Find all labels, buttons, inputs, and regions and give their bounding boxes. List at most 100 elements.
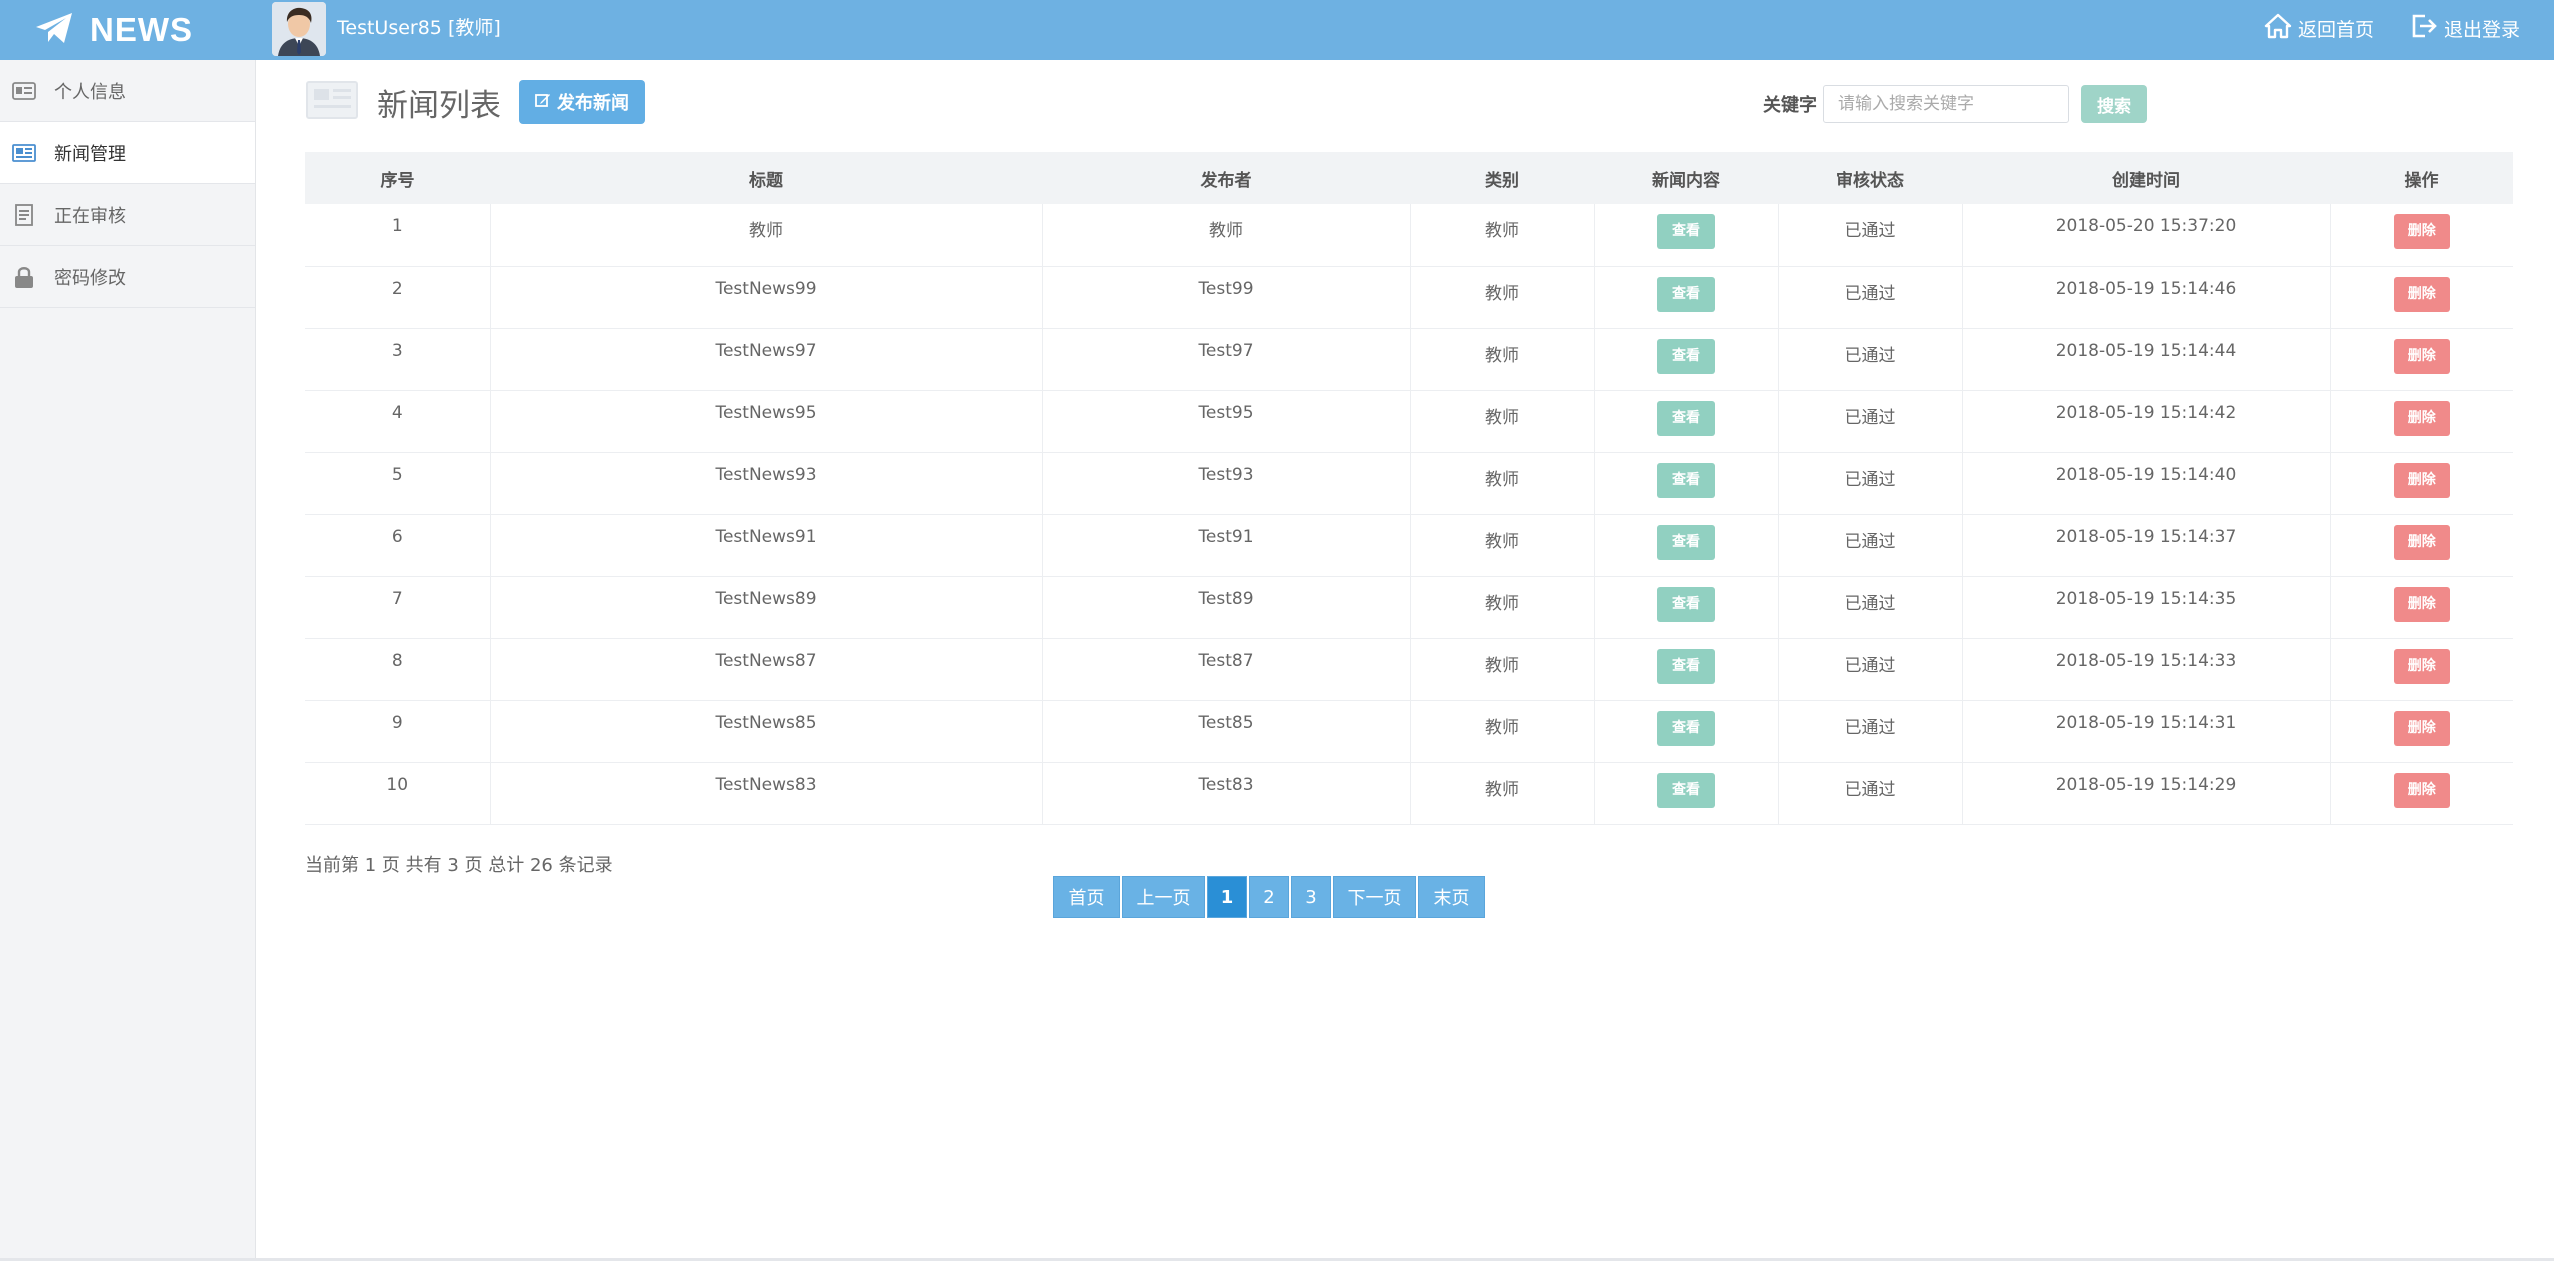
search-input[interactable] bbox=[1823, 85, 2069, 123]
cell-category: 教师 bbox=[1409, 638, 1594, 701]
logout-link[interactable]: 退出登录 bbox=[2410, 13, 2520, 44]
search-button[interactable]: 搜索 bbox=[2081, 85, 2147, 123]
cell-author: Test91 bbox=[1041, 514, 1410, 577]
brand-logo[interactable]: NEWS bbox=[34, 8, 193, 52]
cell-author: Test83 bbox=[1041, 762, 1410, 825]
id-card-icon bbox=[12, 79, 36, 103]
paper-plane-icon bbox=[34, 11, 74, 49]
home-link[interactable]: 返回首页 bbox=[2264, 13, 2374, 44]
delete-button[interactable]: 删除 bbox=[2393, 400, 2450, 436]
cell-created: 2018-05-19 15:14:40 bbox=[1961, 452, 2330, 515]
delete-button[interactable]: 删除 bbox=[2393, 276, 2450, 312]
cell-category: 教师 bbox=[1409, 390, 1594, 453]
cell-created: 2018-05-20 15:37:20 bbox=[1961, 204, 2330, 267]
logout-icon bbox=[2410, 13, 2438, 44]
page-button-1[interactable]: 1 bbox=[1207, 876, 1247, 918]
cell-category: 教师 bbox=[1409, 328, 1594, 391]
cell-actions: 删除 bbox=[2329, 390, 2513, 453]
cell-created: 2018-05-19 15:14:46 bbox=[1961, 266, 2330, 329]
sidebar-item-under-review[interactable]: 正在审核 bbox=[0, 184, 255, 246]
cell-content: 查看 bbox=[1593, 762, 1778, 825]
delete-button[interactable]: 删除 bbox=[2393, 586, 2450, 622]
cell-status: 已通过 bbox=[1777, 204, 1962, 267]
edit-icon bbox=[535, 92, 551, 113]
delete-button[interactable]: 删除 bbox=[2393, 710, 2450, 746]
pagination: 首页 上一页 1 2 3 下一页 末页 bbox=[1053, 876, 1485, 918]
cell-content: 查看 bbox=[1593, 204, 1778, 267]
delete-button[interactable]: 删除 bbox=[2393, 524, 2450, 560]
sidebar: 个人信息 新闻管理 正在审核 密码修改 bbox=[0, 60, 256, 1261]
cell-actions: 删除 bbox=[2329, 638, 2513, 701]
cell-content: 查看 bbox=[1593, 328, 1778, 391]
publish-news-label: 发布新闻 bbox=[557, 93, 629, 114]
view-button[interactable]: 查看 bbox=[1657, 524, 1715, 560]
cell-status: 已通过 bbox=[1777, 266, 1962, 329]
cell-created: 2018-05-19 15:14:42 bbox=[1961, 390, 2330, 453]
view-button[interactable]: 查看 bbox=[1657, 400, 1715, 436]
sidebar-item-news-management[interactable]: 新闻管理 bbox=[0, 122, 255, 184]
last-page-button[interactable]: 末页 bbox=[1418, 876, 1485, 918]
next-page-button[interactable]: 下一页 bbox=[1333, 876, 1416, 918]
cell-no: 10 bbox=[305, 762, 490, 825]
table-header-row: 序号 标题 发布者 类别 新闻内容 审核状态 创建时间 操作 bbox=[305, 152, 2513, 204]
cell-content: 查看 bbox=[1593, 576, 1778, 639]
cell-created: 2018-05-19 15:14:29 bbox=[1961, 762, 2330, 825]
page-button-2[interactable]: 2 bbox=[1249, 876, 1289, 918]
cell-actions: 删除 bbox=[2329, 514, 2513, 577]
cell-no: 2 bbox=[305, 266, 490, 329]
cell-no: 3 bbox=[305, 328, 490, 391]
cell-title: TestNews97 bbox=[489, 328, 1042, 391]
cell-category: 教师 bbox=[1409, 266, 1594, 329]
cell-title: TestNews93 bbox=[489, 452, 1042, 515]
document-icon bbox=[12, 203, 36, 227]
view-button[interactable]: 查看 bbox=[1657, 338, 1715, 374]
view-button[interactable]: 查看 bbox=[1657, 462, 1715, 498]
cell-author: Test87 bbox=[1041, 638, 1410, 701]
cell-status: 已通过 bbox=[1777, 452, 1962, 515]
pagination-summary: 当前第 1 页 共有 3 页 总计 26 条记录 bbox=[305, 855, 613, 876]
view-button[interactable]: 查看 bbox=[1657, 710, 1715, 746]
delete-button[interactable]: 删除 bbox=[2393, 338, 2450, 374]
news-table: 序号 标题 发布者 类别 新闻内容 审核状态 创建时间 操作 1 教师 教师 教… bbox=[305, 152, 2513, 825]
column-header-title: 标题 bbox=[749, 170, 783, 191]
view-button[interactable]: 查看 bbox=[1657, 214, 1715, 249]
publish-news-button[interactable]: 发布新闻 bbox=[519, 80, 645, 124]
page-heading: 新闻列表 发布新闻 bbox=[305, 78, 645, 126]
cell-no: 9 bbox=[305, 700, 490, 763]
home-link-label: 返回首页 bbox=[2297, 18, 2374, 41]
cell-title: TestNews85 bbox=[489, 700, 1042, 763]
cell-title: TestNews99 bbox=[489, 266, 1042, 329]
cell-title: TestNews91 bbox=[489, 514, 1042, 577]
first-page-button[interactable]: 首页 bbox=[1053, 876, 1120, 918]
cell-no: 1 bbox=[305, 204, 490, 267]
delete-button[interactable]: 删除 bbox=[2393, 648, 2450, 684]
column-header-no: 序号 bbox=[380, 170, 415, 191]
table-row: 2 TestNews99 Test99 教师 查看 已通过 2018-05-19… bbox=[305, 266, 2513, 329]
delete-button[interactable]: 删除 bbox=[2393, 214, 2450, 249]
cell-category: 教师 bbox=[1409, 700, 1594, 763]
user-avatar[interactable] bbox=[272, 2, 326, 56]
cell-title: TestNews95 bbox=[489, 390, 1042, 453]
cell-actions: 删除 bbox=[2329, 762, 2513, 825]
sidebar-item-profile[interactable]: 个人信息 bbox=[0, 60, 255, 122]
newspaper-icon bbox=[305, 78, 359, 126]
delete-button[interactable]: 删除 bbox=[2393, 772, 2450, 808]
cell-actions: 删除 bbox=[2329, 700, 2513, 763]
prev-page-button[interactable]: 上一页 bbox=[1122, 876, 1205, 918]
cell-no: 5 bbox=[305, 452, 490, 515]
cell-actions: 删除 bbox=[2329, 204, 2513, 267]
cell-created: 2018-05-19 15:14:44 bbox=[1961, 328, 2330, 391]
view-button[interactable]: 查看 bbox=[1657, 586, 1715, 622]
sidebar-item-change-password[interactable]: 密码修改 bbox=[0, 246, 255, 308]
table-row: 10 TestNews83 Test83 教师 查看 已通过 2018-05-1… bbox=[305, 762, 2513, 825]
view-button[interactable]: 查看 bbox=[1657, 276, 1715, 312]
cell-status: 已通过 bbox=[1777, 762, 1962, 825]
view-button[interactable]: 查看 bbox=[1657, 772, 1715, 808]
column-header-status: 审核状态 bbox=[1836, 170, 1904, 191]
search-label: 关键字 bbox=[1763, 95, 1817, 116]
delete-button[interactable]: 删除 bbox=[2393, 462, 2450, 498]
search-bar: 关键字 搜索 bbox=[1763, 85, 2147, 123]
view-button[interactable]: 查看 bbox=[1657, 648, 1715, 684]
page-button-3[interactable]: 3 bbox=[1291, 876, 1331, 918]
sidebar-item-label: 密码修改 bbox=[54, 267, 126, 289]
